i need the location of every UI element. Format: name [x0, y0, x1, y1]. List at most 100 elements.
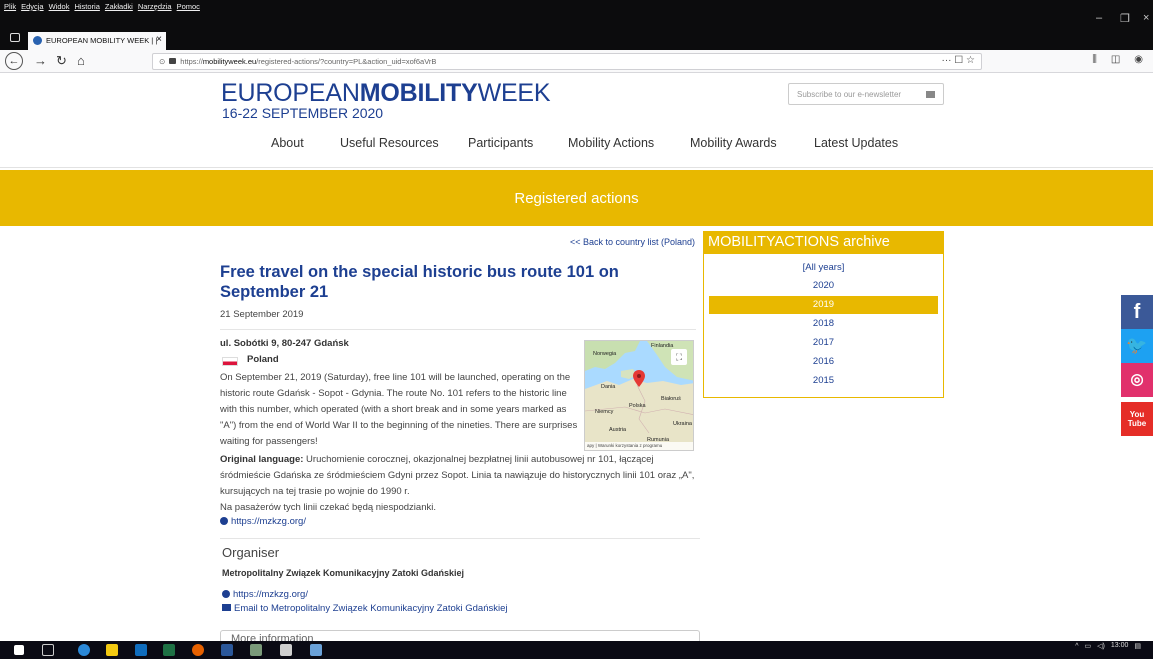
action-address: ul. Sobótki 9, 80-247 Gdańsk [220, 338, 349, 349]
menu-help[interactable]: Pomoc [177, 2, 200, 11]
nav-useful-resources[interactable]: Useful Resources [340, 136, 439, 150]
poland-flag-icon [222, 357, 238, 366]
archive-year-all[interactable]: [All years] [709, 259, 938, 277]
back-to-country-link[interactable]: << Back to country list (Poland) [570, 237, 695, 247]
action-website-url[interactable]: https://mzkzg.org/ [231, 516, 306, 527]
organiser-website-url[interactable]: https://mzkzg.org/ [233, 589, 308, 600]
organiser-heading: Organiser [222, 545, 280, 560]
archive-year-2015[interactable]: 2015 [709, 372, 938, 390]
active-tab[interactable]: EUROPEAN MOBILITY WEEK | | × [28, 32, 166, 50]
banner-title: Registered actions [514, 190, 639, 207]
location-map[interactable]: Norwegia Finlandia Dania Polska Białoruś… [584, 340, 694, 451]
envelope-icon [222, 604, 231, 611]
nav-mobility-awards[interactable]: Mobility Awards [690, 136, 777, 150]
menu-bookmarks[interactable]: Zakładki [105, 2, 133, 11]
tab-title: EUROPEAN MOBILITY WEEK | | [46, 36, 158, 45]
notepad-icon[interactable] [310, 644, 322, 656]
divider [220, 329, 696, 330]
twitter-icon[interactable]: 🐦 [1121, 329, 1153, 363]
organiser-email-link[interactable]: Email to Metropolitalny Związek Komunika… [222, 603, 508, 614]
original-language-text: Original language: Uruchomienie coroczne… [220, 452, 700, 516]
instagram-icon[interactable]: ◎ [1121, 363, 1153, 397]
menu-file[interactable]: Plik [4, 2, 16, 11]
tab-list-icon[interactable] [10, 33, 20, 42]
url-actions[interactable]: ··· ☐ ☆ [942, 55, 975, 66]
archive-year-2016[interactable]: 2016 [709, 353, 938, 371]
menu-history[interactable]: Historia [74, 2, 99, 11]
address-bar[interactable]: ⊙ https://mobilityweek.eu/registered-acti… [152, 53, 982, 70]
clock[interactable]: 13:00 [1111, 642, 1129, 650]
minimize-icon[interactable]: – [1096, 12, 1102, 24]
nav-mobility-actions[interactable]: Mobility Actions [568, 136, 654, 150]
action-website-link[interactable]: https://mzkzg.org/ [220, 516, 306, 527]
restore-icon[interactable]: ❐ [1120, 12, 1130, 25]
map-pin-icon[interactable] [633, 370, 645, 387]
tab-close-icon[interactable]: × [156, 34, 162, 45]
account-icon[interactable]: ◉ [1134, 54, 1143, 65]
menu-view[interactable]: Widok [49, 2, 70, 11]
newsletter-input[interactable]: Subscribe to our e-newsletter [788, 83, 944, 105]
nav-latest-updates[interactable]: Latest Updates [814, 136, 898, 150]
notifications-icon[interactable]: ▤ [1134, 642, 1141, 650]
nav-about[interactable]: About [271, 136, 304, 150]
toolbar-right: ⫼ ◫ ◉ [1092, 54, 1143, 65]
url-domain: mobilityweek.eu [202, 57, 257, 66]
close-window-icon[interactable]: × [1143, 12, 1149, 24]
newsletter-placeholder: Subscribe to our e-newsletter [797, 90, 902, 99]
word-icon[interactable] [221, 644, 233, 656]
volume-icon[interactable]: ◁) [1097, 642, 1105, 650]
windows-start-icon[interactable] [14, 645, 24, 655]
archive-year-2019[interactable]: 2019 [709, 296, 938, 314]
outlook-icon[interactable] [135, 644, 147, 656]
youtube-top-text: You [1129, 410, 1145, 419]
navigation-toolbar: ← → ↻ ⌂ ⊙ https://mobilityweek.eu/registe… [0, 50, 1153, 73]
youtube-icon[interactable]: You Tube [1121, 402, 1153, 436]
facebook-icon[interactable]: f [1121, 295, 1153, 329]
logo-part-1: EUROPEAN [221, 79, 360, 107]
map-fullscreen-icon[interactable]: ⛶ [671, 349, 687, 365]
archive-year-2017[interactable]: 2017 [709, 334, 938, 352]
action-date: 21 September 2019 [220, 309, 304, 320]
calculator-icon[interactable] [280, 644, 292, 656]
archive-year-2020[interactable]: 2020 [709, 277, 938, 295]
reload-icon[interactable]: ↻ [56, 53, 67, 69]
map-label-ukraina: Ukraina [673, 421, 692, 427]
forward-arrow-icon[interactable]: → [34, 53, 47, 69]
os-taskbar: ^ ▭ ◁) 13:00 ▤ [0, 641, 1153, 659]
task-view-icon[interactable] [42, 644, 54, 656]
action-country: Poland [247, 354, 279, 365]
organiser-email-text[interactable]: Email to Metropolitalny Związek Komunika… [234, 603, 508, 614]
system-tray: ^ ▭ ◁) 13:00 ▤ [1075, 642, 1141, 650]
sidebar-icon[interactable]: ◫ [1111, 54, 1120, 65]
url-path: /registered-actions/?country=PL&action_u… [256, 57, 437, 66]
nav-participants[interactable]: Participants [468, 136, 533, 150]
network-icon[interactable]: ▭ [1085, 642, 1092, 650]
globe-icon [222, 590, 230, 598]
archive-year-2018[interactable]: 2018 [709, 315, 938, 333]
tab-bar: EUROPEAN MOBILITY WEEK | | × ✂ ⎘ ▤ [0, 28, 1153, 70]
more-information-toggle[interactable]: More information [220, 630, 700, 641]
map-label-bialorus: Białoruś [661, 396, 681, 402]
menu-tools[interactable]: Narzędzia [138, 2, 172, 11]
nav-divider [0, 167, 1153, 168]
library-icon[interactable]: ⫼ [1092, 54, 1097, 65]
excel-icon[interactable] [163, 644, 175, 656]
tray-expand-icon[interactable]: ^ [1075, 643, 1078, 650]
map-attribution: apy | Warunki korzystania z programu [585, 442, 693, 450]
back-arrow-icon[interactable]: ← [5, 52, 23, 70]
firefox-icon[interactable] [192, 644, 204, 656]
paint-icon[interactable] [250, 644, 262, 656]
clock-time: 13:00 [1110, 642, 1129, 649]
mail-icon[interactable] [926, 91, 935, 98]
file-explorer-icon[interactable] [106, 644, 118, 656]
menu-edit[interactable]: Edycja [21, 2, 44, 11]
organiser-website-link[interactable]: https://mzkzg.org/ [222, 589, 308, 600]
edge-browser-icon[interactable] [78, 644, 90, 656]
site-favicon-icon [33, 36, 42, 45]
page-info-icon[interactable]: ⊙ [159, 57, 165, 66]
lock-icon [169, 58, 177, 64]
more-information-label: More information [231, 633, 314, 641]
map-label-norwegia: Norwegia [593, 351, 617, 357]
site-logo[interactable]: EUROPEANMOBILITYWEEK [221, 79, 551, 107]
home-icon[interactable]: ⌂ [77, 53, 85, 69]
